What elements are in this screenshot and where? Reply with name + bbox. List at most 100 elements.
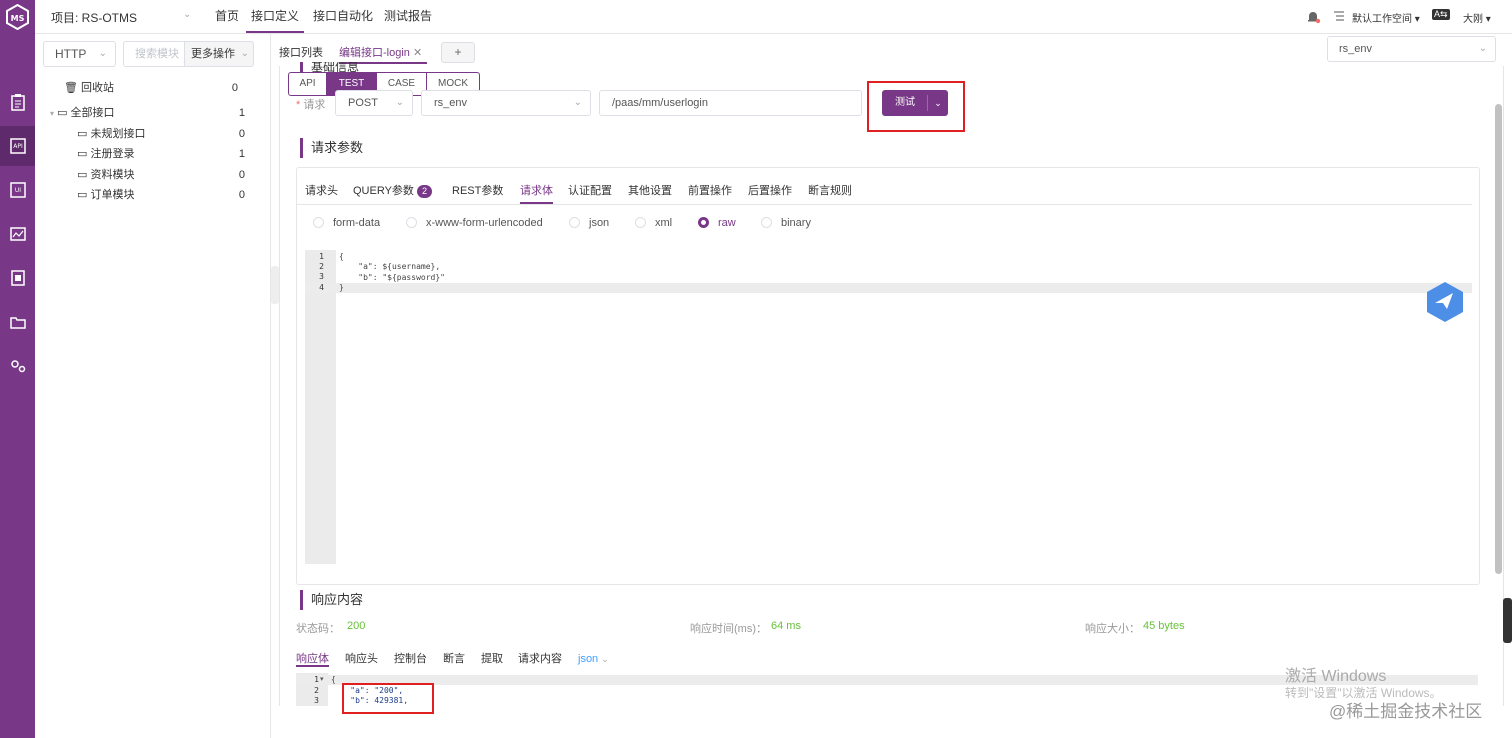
tab-response-headers[interactable]: 响应头 xyxy=(345,651,378,667)
workspace-label: 默认工作空间 xyxy=(1352,14,1412,25)
tab-query[interactable]: QUERY参数 2 xyxy=(353,183,432,199)
folder-icon: ▭ xyxy=(77,128,88,140)
active-line-highlight xyxy=(305,283,1472,293)
line-number: 1 xyxy=(319,252,324,261)
tab-rest[interactable]: REST参数 xyxy=(452,183,503,199)
format-select[interactable]: json ⌄ xyxy=(578,651,609,667)
nav-api-automation[interactable]: 接口自动化 xyxy=(313,0,373,33)
tab-extract[interactable]: 提取 xyxy=(481,651,503,667)
url-input[interactable]: /paas/mm/userlogin xyxy=(599,90,862,116)
request-params-title: 请求参数 xyxy=(300,138,363,158)
project-selector[interactable]: 项目: RS-OTMS xyxy=(51,9,137,26)
api-icon[interactable]: API xyxy=(0,126,35,166)
highlight-box xyxy=(867,81,965,132)
radio-form-data[interactable]: form-data xyxy=(313,216,380,230)
request-label-text: 请求 xyxy=(303,99,326,111)
node-label: 资料模块 xyxy=(90,169,135,181)
svg-text:MS: MS xyxy=(11,14,25,23)
app-rail: MS API UI xyxy=(0,0,35,738)
tree-node[interactable]: ▭ 资料模块 xyxy=(77,166,134,184)
radio-xml[interactable]: xml xyxy=(635,216,672,230)
tree-node[interactable]: ▭ 注册登录 xyxy=(77,145,134,163)
nav-api-definition[interactable]: 接口定义 xyxy=(246,0,305,33)
node-count: 0 xyxy=(238,189,245,201)
more-ops-button[interactable]: 更多操作 ⌄ xyxy=(184,41,254,67)
radio-label: binary xyxy=(781,217,811,229)
line-number: 2 xyxy=(314,686,319,695)
add-tab-button[interactable]: + xyxy=(441,42,475,63)
env-select[interactable]: rs_env ⌄ xyxy=(1327,36,1496,62)
nav-test-report[interactable]: 测试报告 xyxy=(384,0,432,33)
settings-icon[interactable] xyxy=(0,346,35,386)
basic-info-title: 基础信息 xyxy=(300,62,359,72)
folder-icon[interactable] xyxy=(0,302,35,342)
radio-binary[interactable]: binary xyxy=(761,216,811,230)
chevron-down-icon: ⌄ xyxy=(601,654,609,664)
node-label: 注册登录 xyxy=(90,148,135,160)
workspace-selector[interactable]: 默认工作空间 ▾ xyxy=(1352,10,1420,25)
bell-icon[interactable] xyxy=(1306,10,1321,27)
tabs-divider xyxy=(297,204,1472,205)
radio-dot xyxy=(761,217,772,228)
side-drawer-handle[interactable] xyxy=(1503,598,1512,643)
protocol-select[interactable]: HTTP ⌄ xyxy=(43,41,116,67)
tab-edit-api[interactable]: 编辑接口-login ✕ xyxy=(339,42,422,64)
body-code-editor[interactable]: 1 2 3 4 { "a": ${username}, "b": "${pass… xyxy=(305,250,1472,564)
ui-icon[interactable]: UI xyxy=(0,170,35,210)
url-value: /paas/mm/userlogin xyxy=(612,97,708,109)
app-logo[interactable]: MS xyxy=(5,3,30,31)
line-number: 1 xyxy=(314,675,319,684)
vertical-scrollbar[interactable] xyxy=(1495,104,1502,574)
panel-splitter-handle[interactable] xyxy=(271,266,279,304)
radio-label: x-www-form-urlencoded xyxy=(426,217,543,229)
tab-pre-ops[interactable]: 前置操作 xyxy=(688,183,732,199)
tab-request-content[interactable]: 请求内容 xyxy=(518,651,562,667)
tab-auth[interactable]: 认证配置 xyxy=(568,183,612,199)
user-menu[interactable]: 大刚 ▾ xyxy=(1463,10,1491,25)
recycle-count: 0 xyxy=(231,82,238,94)
mode-api-tab[interactable]: API xyxy=(288,72,327,96)
status-code-label: 状态码： xyxy=(296,623,340,635)
caret-down-icon[interactable]: ▾ xyxy=(50,109,54,118)
folder-icon: ▭ xyxy=(57,107,68,119)
top-bar: 项目: RS-OTMS ⌄ 首页 接口定义 接口自动化 测试报告 默认工作空间 … xyxy=(35,0,1512,34)
tab-assertions[interactable]: 断言规则 xyxy=(808,183,852,199)
tab-api-list[interactable]: 接口列表 xyxy=(279,42,323,64)
radio-urlencoded[interactable]: x-www-form-urlencoded xyxy=(406,216,543,230)
radio-dot xyxy=(406,217,417,228)
clipboard-icon[interactable] xyxy=(0,82,35,122)
recycle-label: 回收站 xyxy=(81,82,115,94)
activate-windows-text: 激活 Windows xyxy=(1285,668,1387,685)
tab-post-ops[interactable]: 后置操作 xyxy=(748,183,792,199)
tab-console[interactable]: 控制台 xyxy=(394,651,427,667)
assistant-bird-icon[interactable] xyxy=(1425,281,1465,326)
tab-response-assertions[interactable]: 断言 xyxy=(443,651,465,667)
radio-raw[interactable]: raw xyxy=(698,216,736,230)
tree-node[interactable]: ▭ 订单模块 xyxy=(77,186,134,204)
report-icon[interactable] xyxy=(0,258,35,298)
env-value: rs_env xyxy=(1339,43,1373,55)
code-content: { "a": ${username}, "b": "${password}" } xyxy=(339,252,445,293)
tree-recycle-bin[interactable]: 🗑 回收站 xyxy=(64,79,114,97)
code-line: "b": "${password}" xyxy=(339,272,445,282)
tab-headers[interactable]: 请求头 xyxy=(305,183,338,199)
chevron-down-icon: ⌄ xyxy=(1478,43,1487,54)
response-title: 响应内容 xyxy=(300,590,363,610)
module-search-input[interactable]: 搜索模块 xyxy=(123,41,185,67)
tab-response-body[interactable]: 响应体 xyxy=(296,651,329,667)
tab-other-settings[interactable]: 其他设置 xyxy=(628,183,672,199)
tree-root[interactable]: ▾ ▭ 全部接口 xyxy=(50,104,115,122)
fold-caret-icon[interactable]: ▾ xyxy=(320,675,324,683)
radio-json[interactable]: json xyxy=(569,216,609,230)
chevron-down-icon[interactable]: ⌄ xyxy=(183,9,191,20)
nav-home[interactable]: 首页 xyxy=(215,0,239,33)
close-icon[interactable]: ✕ xyxy=(413,47,422,59)
language-icon[interactable]: A⇆ xyxy=(1432,9,1450,20)
tree-node[interactable]: ▭ 未规划接口 xyxy=(77,125,145,143)
tab-body[interactable]: 请求体 xyxy=(520,183,553,199)
line-number: 3 xyxy=(314,696,319,705)
request-env-select[interactable]: rs_env ⌄ xyxy=(421,90,591,116)
method-select[interactable]: POST ⌄ xyxy=(335,90,413,116)
performance-icon[interactable] xyxy=(0,214,35,254)
radio-dot xyxy=(569,217,580,228)
